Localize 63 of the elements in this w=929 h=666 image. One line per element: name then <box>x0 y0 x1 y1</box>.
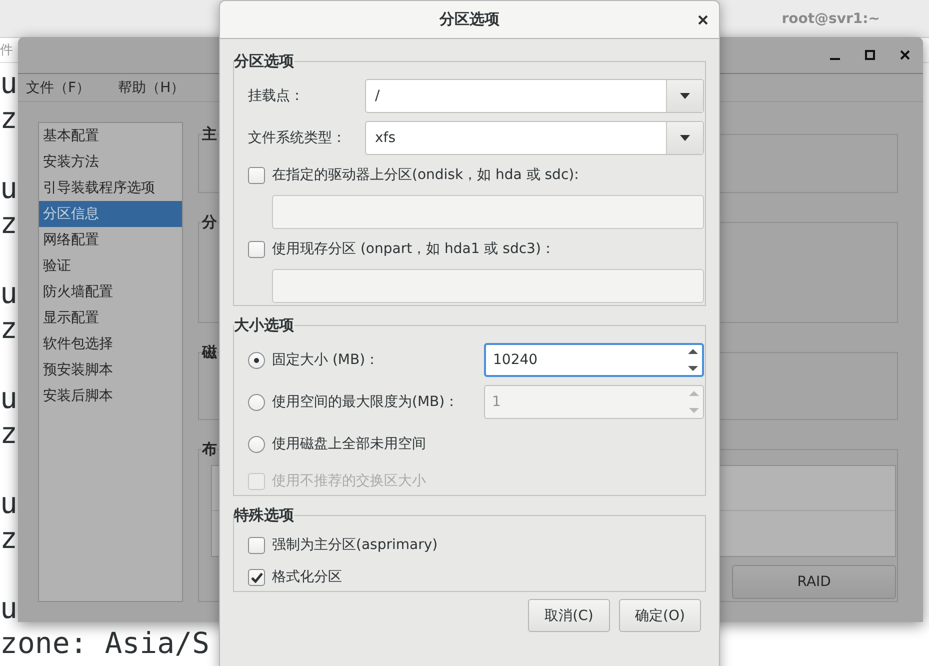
sidebar-item[interactable]: 分区信息 <box>39 201 182 227</box>
terminal-line: z <box>0 101 18 136</box>
field-label: 挂载点： <box>248 87 305 105</box>
terminal-line: z <box>0 206 18 241</box>
checkbox-label[interactable]: 格式化分区 <box>272 568 342 586</box>
terminal-line: z <box>0 521 18 556</box>
dialog-button[interactable]: 取消(C) <box>528 599 610 632</box>
sidebar-item[interactable]: 安装方法 <box>39 149 182 175</box>
checkbox[interactable] <box>248 166 265 184</box>
sidebar-item[interactable]: 软件包选择 <box>39 331 182 357</box>
checkmark-icon <box>250 572 262 582</box>
terminal-line: u <box>0 591 18 626</box>
sidebar-item[interactable]: 安装后脚本 <box>39 383 182 409</box>
checkbox[interactable] <box>248 568 265 586</box>
checkbox-label[interactable]: 使用现存分区 (onpart，如 hda1 或 sdc3)： <box>272 240 555 258</box>
dropdown-field[interactable]: / <box>365 79 704 113</box>
radio-button[interactable] <box>248 436 265 452</box>
terminal-line: u <box>0 66 18 101</box>
close-icon[interactable] <box>899 49 911 61</box>
dialog-button[interactable]: 确定(O) <box>619 599 701 632</box>
sidebar-item[interactable]: 防火墙配置 <box>39 279 182 305</box>
radio-button[interactable] <box>248 394 265 410</box>
section-title: 分区选项 <box>234 52 294 71</box>
group-label: 磁 <box>202 343 217 362</box>
dialog-title: 分区选项 <box>440 10 500 29</box>
terminal-line: z <box>0 311 18 346</box>
terminal-line: zone: Asia/S <box>0 626 210 661</box>
radio-label[interactable]: 使用空间的最大限度为(MB)： <box>272 393 484 411</box>
menu-item[interactable]: 文件（F） <box>26 78 90 96</box>
menu-item[interactable]: 帮助（H） <box>118 78 185 96</box>
sidebar-item[interactable]: 引导装载程序选项 <box>39 175 182 201</box>
raid-button[interactable]: RAID <box>732 565 896 599</box>
checkbox-label[interactable]: 强制为主分区(asprimary) <box>272 536 438 554</box>
radio-label[interactable]: 使用磁盘上全部未用空间 <box>272 435 484 453</box>
dropdown-field[interactable]: xfs <box>365 121 704 155</box>
dropdown-arrow-icon <box>680 93 690 99</box>
group-label: 主 <box>202 125 217 144</box>
dropdown-arrow-icon <box>680 135 690 141</box>
sidebar-item[interactable]: 预安装脚本 <box>39 357 182 383</box>
terminal-line: z <box>0 416 18 451</box>
sidebar-item[interactable]: 基本配置 <box>39 123 182 149</box>
number-field[interactable]: 10240 <box>484 343 704 377</box>
terminal-line: u <box>0 171 18 206</box>
terminal-line: u <box>0 486 18 521</box>
group-label: 布 <box>202 440 217 459</box>
maximize-icon[interactable] <box>864 49 876 61</box>
terminal-line: u <box>0 381 18 416</box>
section-title: 特殊选项 <box>234 506 294 525</box>
terminal-line: u <box>0 276 18 311</box>
group-label: 分 <box>202 213 217 232</box>
radio-button[interactable] <box>248 352 265 368</box>
sidebar-item[interactable]: 验证 <box>39 253 182 279</box>
sidebar-item[interactable]: 网络配置 <box>39 227 182 253</box>
checkbox[interactable] <box>248 536 265 554</box>
checkbox-label[interactable]: 在指定的驱动器上分区(ondisk，如 hda 或 sdc): <box>272 166 579 184</box>
close-icon[interactable] <box>698 15 708 25</box>
spin-arrows-icon[interactable] <box>688 347 698 373</box>
section-title: 大小选项 <box>234 316 294 335</box>
checkbox[interactable] <box>248 240 265 258</box>
radio-label[interactable]: 固定大小 (MB)： <box>272 351 484 369</box>
sidebar-item[interactable]: 显示配置 <box>39 305 182 331</box>
window-title: root@svr1:~ <box>782 10 880 26</box>
field-label: 文件系统类型： <box>248 129 347 147</box>
